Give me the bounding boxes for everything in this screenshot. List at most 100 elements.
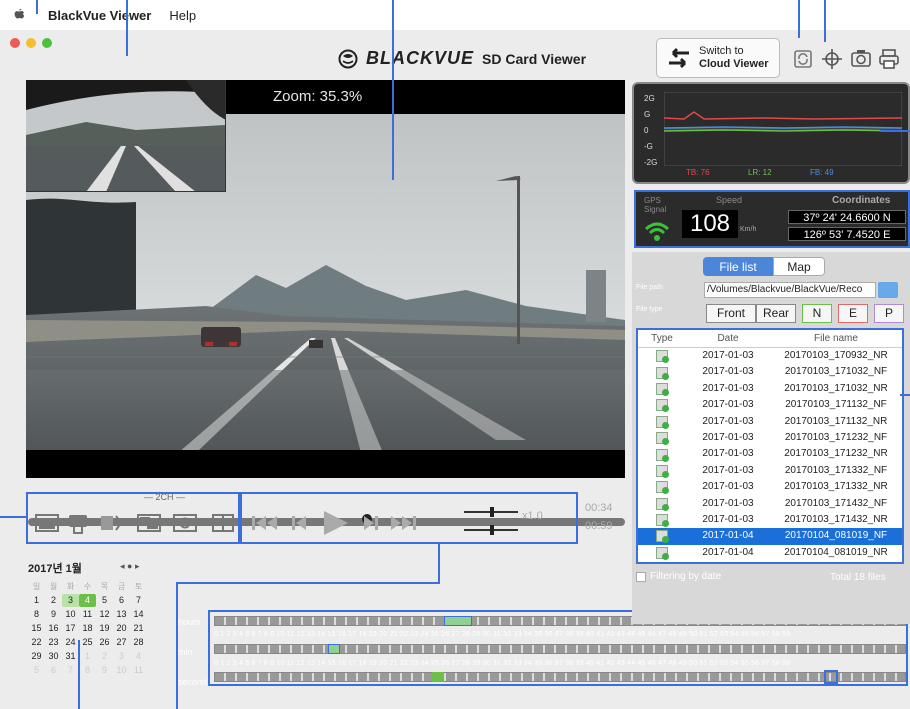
calendar-day[interactable]: 5 [96,594,113,607]
front-filter-button[interactable]: Front [706,304,756,323]
apple-icon[interactable] [12,8,26,22]
calendar-day[interactable]: 29 [28,650,45,663]
event-filter-button[interactable]: E [838,304,868,323]
calendar-day[interactable]: 5 [28,664,45,677]
calendar-day[interactable]: 31 [62,650,79,663]
calendar-day[interactable]: 25 [79,636,96,649]
calendar-day[interactable]: 9 [96,664,113,677]
file-row[interactable]: 2017-01-03 20170103_171432_NR [638,512,902,528]
calendar-day[interactable]: 8 [28,608,45,621]
file-row[interactable]: 2017-01-04 20170104_081019_NF [638,528,902,545]
calendar-day[interactable]: 3 [62,594,79,607]
file-row[interactable]: 2017-01-03 20170103_170932_NR [638,348,902,364]
file-list: Type Date File name 2017-01-03 20170103_1… [636,328,904,564]
tab-file-list[interactable]: File list [703,257,773,276]
calendar-day[interactable]: 30 [45,650,62,663]
file-path-field[interactable]: /Volumes/Blackvue/BlackVue/Reco [704,282,876,298]
calendar-day[interactable]: 12 [96,608,113,621]
calendar-day[interactable]: 16 [45,622,62,635]
col-date[interactable]: Date [686,330,770,347]
g-axis-2g: 2G [644,94,655,103]
filter-by-date[interactable]: Filtering by date [636,571,721,582]
calendar-day[interactable]: 11 [79,608,96,621]
calendar-weekday: 수 [83,582,92,591]
normal-filter-button[interactable]: N [802,304,832,323]
calendar-weekday: 월 [49,582,58,591]
calendar-day[interactable]: 1 [28,594,45,607]
file-row[interactable]: 2017-01-03 20170103_171332_NR [638,479,902,495]
col-file-name[interactable]: File name [770,330,902,347]
callout-line-gps [824,0,826,42]
calendar-day[interactable]: 28 [130,636,147,649]
close-window-button[interactable] [10,38,20,48]
calendar-day[interactable]: 22 [28,636,45,649]
calendar-day[interactable]: 4 [130,650,147,663]
tab-map[interactable]: Map [773,257,825,276]
calendar-day[interactable]: 7 [62,664,79,677]
calendar-day[interactable]: 10 [113,664,130,677]
calendar-day[interactable]: 21 [130,622,147,635]
calendar-day[interactable]: 6 [113,594,130,607]
file-row[interactable]: 2017-01-03 20170103_171232_NR [638,446,902,462]
callout-line-convert [798,0,800,38]
snapshot-camera-icon[interactable] [850,48,872,70]
calendar-day[interactable]: 18 [79,622,96,635]
calendar-nav[interactable]: ◂ ● ▸ [120,561,139,572]
calendar-day[interactable]: 26 [96,636,113,649]
rear-filter-button[interactable]: Rear [756,304,796,323]
calendar-day[interactable]: 20 [113,622,130,635]
calendar-day[interactable]: 3 [113,650,130,663]
calendar-day[interactable]: 8 [79,664,96,677]
calendar-day[interactable]: 19 [96,622,113,635]
video-file-icon [656,415,669,429]
video-file-icon [656,432,669,446]
file-row[interactable]: 2017-01-03 20170103_171332_NF [638,463,902,479]
seconds-label: second [178,677,208,687]
file-row[interactable]: 2017-01-03 20170103_171132_NF [638,397,902,413]
calendar-day[interactable]: 15 [28,622,45,635]
zoom-window-button[interactable] [42,38,52,48]
calendar-day[interactable]: 11 [130,664,147,677]
folder-icon[interactable] [878,282,898,298]
file-name: 20170103_170932_NR [784,350,888,361]
file-row[interactable]: 2017-01-03 20170103_171232_NF [638,430,902,446]
app-menu[interactable]: BlackVue Viewer [48,8,151,23]
parking-filter-button[interactable]: P [874,304,904,323]
file-row[interactable]: 2017-01-03 20170103_171032_NR [638,381,902,397]
calendar-day[interactable]: 24 [62,636,79,649]
callout-line-pip [126,0,128,56]
calendar-day[interactable]: 7 [130,594,147,607]
calendar-day[interactable]: 27 [113,636,130,649]
file-tabs: File list Map [703,257,825,276]
switch-to-cloud-button[interactable]: Switch to Cloud Viewer [656,38,780,78]
calendar-day[interactable]: 13 [113,608,130,621]
calendar-day[interactable]: 4 [79,594,96,607]
video-player[interactable]: Zoom: 35.3% [26,80,625,478]
callout-line-playback-h [176,582,440,584]
minimize-window-button[interactable] [26,38,36,48]
calendar-day[interactable]: 1 [79,650,96,663]
calendar-day[interactable]: 10 [62,608,79,621]
calendar-day[interactable]: 6 [45,664,62,677]
calendar-day[interactable]: 2 [96,650,113,663]
switch-line1: Switch to [699,45,744,57]
calendar-day[interactable]: 9 [45,608,62,621]
calendar-day[interactable]: 2 [45,594,62,607]
file-row[interactable]: 2017-01-03 20170103_171432_NF [638,496,902,512]
gps-crosshair-icon[interactable] [821,48,843,70]
calendar-day[interactable]: 14 [130,608,147,621]
file-name: 20170103_171232_NR [784,448,888,460]
file-row[interactable]: 2017-01-03 20170103_171032_NF [638,364,902,380]
switch-arrows-icon [669,47,689,69]
file-row[interactable]: 2017-01-04 20170104_081019_NR [638,545,902,561]
print-icon[interactable] [878,48,900,70]
filter-checkbox[interactable] [636,571,646,582]
calendar-day[interactable]: 23 [45,636,62,649]
gps-signal-label: GPS Signal [644,196,667,214]
help-menu[interactable]: Help [169,8,196,23]
rear-camera-inset[interactable] [26,80,226,192]
file-row[interactable]: 2017-01-03 20170103_171132_NR [638,414,902,430]
convert-icon[interactable] [792,48,814,70]
calendar-day[interactable]: 17 [62,622,79,635]
col-type[interactable]: Type [638,330,686,347]
